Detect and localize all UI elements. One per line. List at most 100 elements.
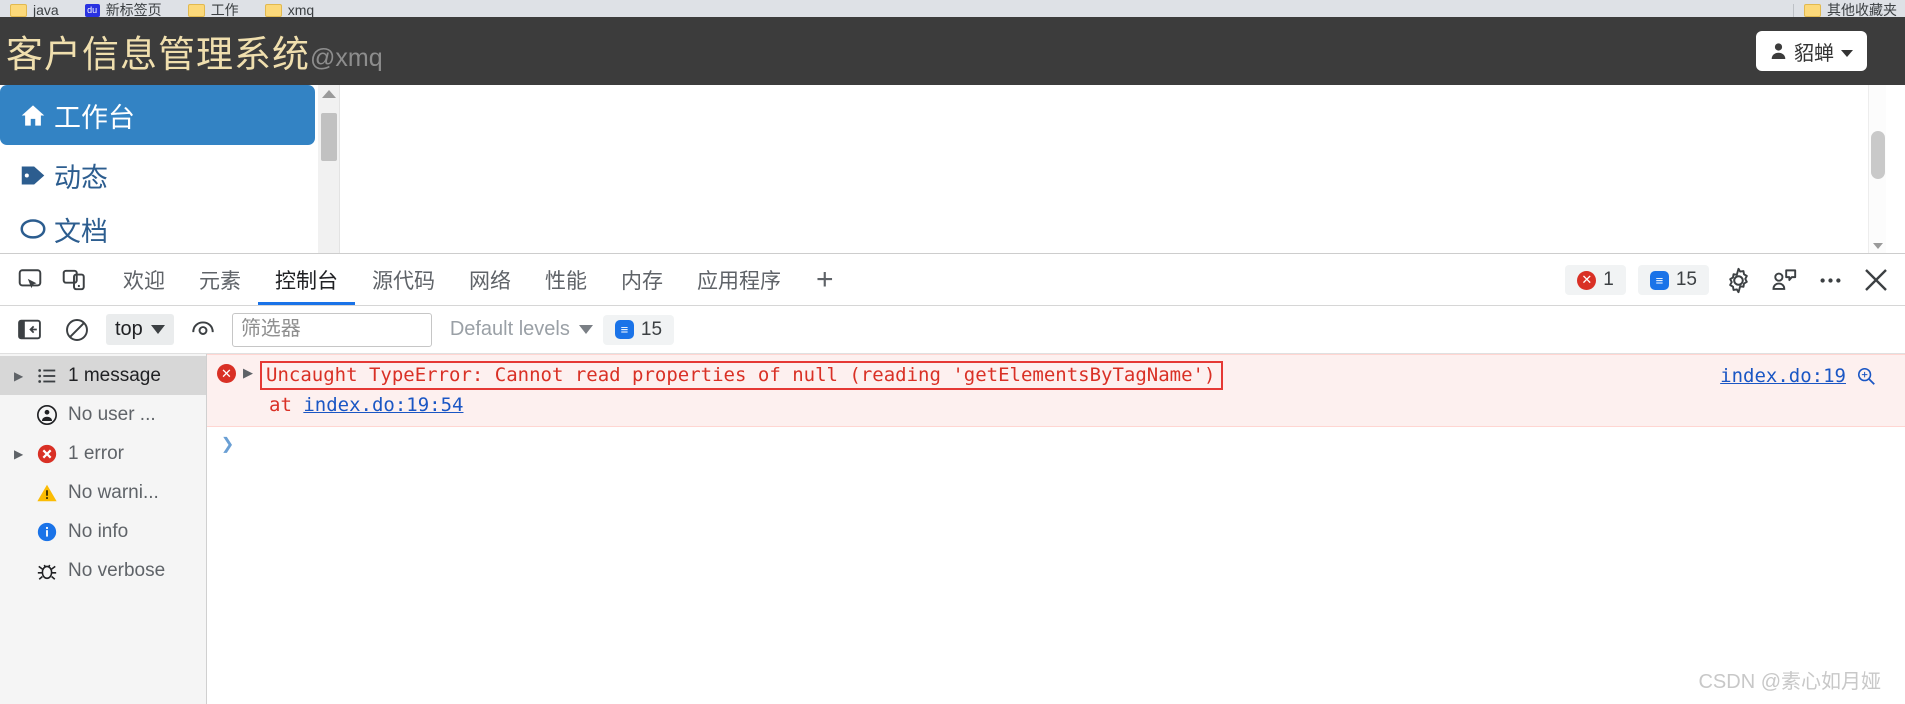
tab-welcome[interactable]: 欢迎 xyxy=(106,255,182,305)
tab-label: 控制台 xyxy=(275,269,338,293)
tab-memory[interactable]: 内存 xyxy=(604,255,680,305)
source-file-link[interactable]: index.do:19 xyxy=(1720,365,1846,387)
scroll-down-arrow-icon[interactable] xyxy=(1873,243,1883,249)
console-sidebar-label: No warni... xyxy=(68,481,159,503)
console-sidebar-item-verbose[interactable]: ▶ No verbose xyxy=(0,551,206,590)
list-icon xyxy=(34,363,60,389)
tab-label: 性能 xyxy=(545,269,587,293)
app-header: 客户信息管理系统 @xmq 貂蝉 xyxy=(0,17,1905,85)
console-toolbar: top Default levels ≡ 15 xyxy=(0,306,1905,354)
info-circle-icon xyxy=(34,519,60,545)
folder-icon xyxy=(264,3,282,17)
user-message-icon xyxy=(34,402,60,428)
console-sidebar-item-messages[interactable]: ▶ 1 message xyxy=(0,356,206,395)
caret-down-icon xyxy=(578,325,593,334)
user-name: 貂蝉 xyxy=(1794,42,1834,65)
message-bubble-icon: ≡ xyxy=(1649,270,1669,290)
tab-label: 元素 xyxy=(199,269,241,293)
expand-arrow-icon[interactable]: ▶ xyxy=(14,369,26,383)
device-toolbar-icon[interactable] xyxy=(52,260,96,300)
console-sidebar-item-info[interactable]: ▶ No info xyxy=(0,512,206,551)
user-menu-button[interactable]: 貂蝉 xyxy=(1756,31,1867,71)
bookmark-item-other[interactable]: 其他收藏夹 xyxy=(1804,3,1897,17)
console-sidebar-label: No info xyxy=(68,520,129,542)
expand-arrow-icon[interactable]: ▶ xyxy=(14,447,26,461)
inspect-element-icon[interactable] xyxy=(8,260,52,300)
console-sidebar-item-errors[interactable]: ▶ 1 error xyxy=(0,434,206,473)
error-count: 1 xyxy=(1603,269,1614,290)
sidebar-item-dynamic[interactable]: 动态 xyxy=(0,145,316,205)
bookmark-item[interactable]: xmq xyxy=(264,3,314,17)
tab-sources[interactable]: 源代码 xyxy=(355,255,452,305)
console-sidebar-item-warnings[interactable]: ▶ No warni... xyxy=(0,473,206,512)
tab-console[interactable]: 控制台 xyxy=(258,254,355,305)
close-devtools-icon[interactable] xyxy=(1859,263,1893,297)
console-message-count-badge[interactable]: ≡ 15 xyxy=(602,314,675,345)
bookmark-label: java xyxy=(33,2,59,17)
tab-network[interactable]: 网络 xyxy=(452,255,528,305)
clear-console-icon[interactable] xyxy=(58,313,96,347)
tab-performance[interactable]: 性能 xyxy=(528,255,604,305)
comment-icon xyxy=(20,218,46,239)
app-sidebar: 工作台 动态 文档 xyxy=(0,85,316,253)
scrollbar-thumb[interactable] xyxy=(321,113,337,161)
message-count: 15 xyxy=(1675,269,1697,290)
sidebar-scrollbar[interactable] xyxy=(318,85,340,253)
console-filter-input[interactable] xyxy=(231,312,432,347)
page-scrollbar[interactable] xyxy=(1868,85,1886,253)
console-sidebar-label: No verbose xyxy=(68,559,166,581)
app-body: 工作台 动态 文档 xyxy=(0,85,1905,253)
devtools-panel: 欢迎 元素 控制台 源代码 网络 性能 内存 应用程序 + ✕ 1 ≡ 15 t… xyxy=(0,253,1905,704)
bookmark-item[interactable]: du 新标签页 xyxy=(84,2,162,17)
stack-source-link[interactable]: index.do:19:54 xyxy=(303,394,463,416)
caret-down-icon xyxy=(1841,49,1853,57)
expand-arrow-icon[interactable]: ▶ xyxy=(243,365,253,381)
log-levels-selector[interactable]: Default levels xyxy=(450,318,593,341)
tab-elements[interactable]: 元素 xyxy=(182,255,258,305)
sidebar-item-workbench[interactable]: 工作台 xyxy=(0,85,315,145)
log-levels-label: Default levels xyxy=(449,318,570,340)
sidebar-item-document[interactable]: 文档 xyxy=(0,205,316,253)
add-tab-button[interactable]: + xyxy=(798,264,852,295)
console-error-message-highlight: Uncaught TypeError: Cannot read properti… xyxy=(260,361,1224,390)
console-input-prompt[interactable]: ❯ xyxy=(207,427,1905,461)
console-error-entry[interactable]: ✕ ▶ Uncaught TypeError: Cannot read prop… xyxy=(207,354,1905,427)
live-expression-icon[interactable] xyxy=(184,313,222,347)
feedback-icon[interactable] xyxy=(1767,263,1801,297)
console-message-list: ✕ ▶ Uncaught TypeError: Cannot read prop… xyxy=(207,354,1905,704)
console-sidebar-label: No user ... xyxy=(68,403,156,425)
console-sidebar-label: 1 error xyxy=(68,442,124,464)
caret-down-icon xyxy=(150,325,165,334)
console-error-header: ✕ ▶ Uncaught TypeError: Cannot read prop… xyxy=(207,361,1905,390)
console-sidebar-toggle-icon[interactable] xyxy=(10,313,48,347)
tab-label: 网络 xyxy=(469,269,511,293)
message-count-badge[interactable]: ≡ 15 xyxy=(1637,265,1709,295)
watermark: CSDN @素心如月娅 xyxy=(1698,671,1881,693)
bug-icon xyxy=(34,558,60,584)
bookmark-item[interactable]: 工作 xyxy=(187,3,239,17)
search-in-source-icon[interactable] xyxy=(1855,365,1877,387)
error-circle-icon: ✕ xyxy=(217,364,236,383)
error-count-badge[interactable]: ✕ 1 xyxy=(1565,265,1626,295)
stack-prefix: at xyxy=(269,394,304,416)
tab-label: 内存 xyxy=(621,269,663,293)
bookmark-label: 其他收藏夹 xyxy=(1827,2,1897,17)
tab-application[interactable]: 应用程序 xyxy=(680,255,798,305)
execution-context-selector[interactable]: top xyxy=(106,314,174,345)
page-title: 客户信息管理系统 xyxy=(6,33,310,76)
scroll-up-arrow-icon[interactable] xyxy=(321,90,336,98)
devtools-tabbar-right: ✕ 1 ≡ 15 xyxy=(1565,254,1893,306)
app-content-area xyxy=(341,85,1886,253)
bookmark-item[interactable]: java xyxy=(10,3,59,17)
bookmark-label: 新标签页 xyxy=(105,2,162,17)
tab-label: 源代码 xyxy=(372,269,435,293)
console-error-message: Uncaught TypeError: Cannot read properti… xyxy=(266,364,1216,386)
page-scrollbar-thumb[interactable] xyxy=(1871,131,1885,179)
more-options-icon[interactable] xyxy=(1813,263,1847,297)
folder-icon xyxy=(1804,3,1821,17)
settings-gear-icon[interactable] xyxy=(1721,263,1755,297)
console-sidebar-item-user-messages[interactable]: ▶ No user ... xyxy=(0,395,206,434)
console-error-source: index.do:19 xyxy=(1720,365,1877,387)
page-subtitle: @xmq xyxy=(310,44,383,72)
tab-label: 欢迎 xyxy=(123,269,165,293)
